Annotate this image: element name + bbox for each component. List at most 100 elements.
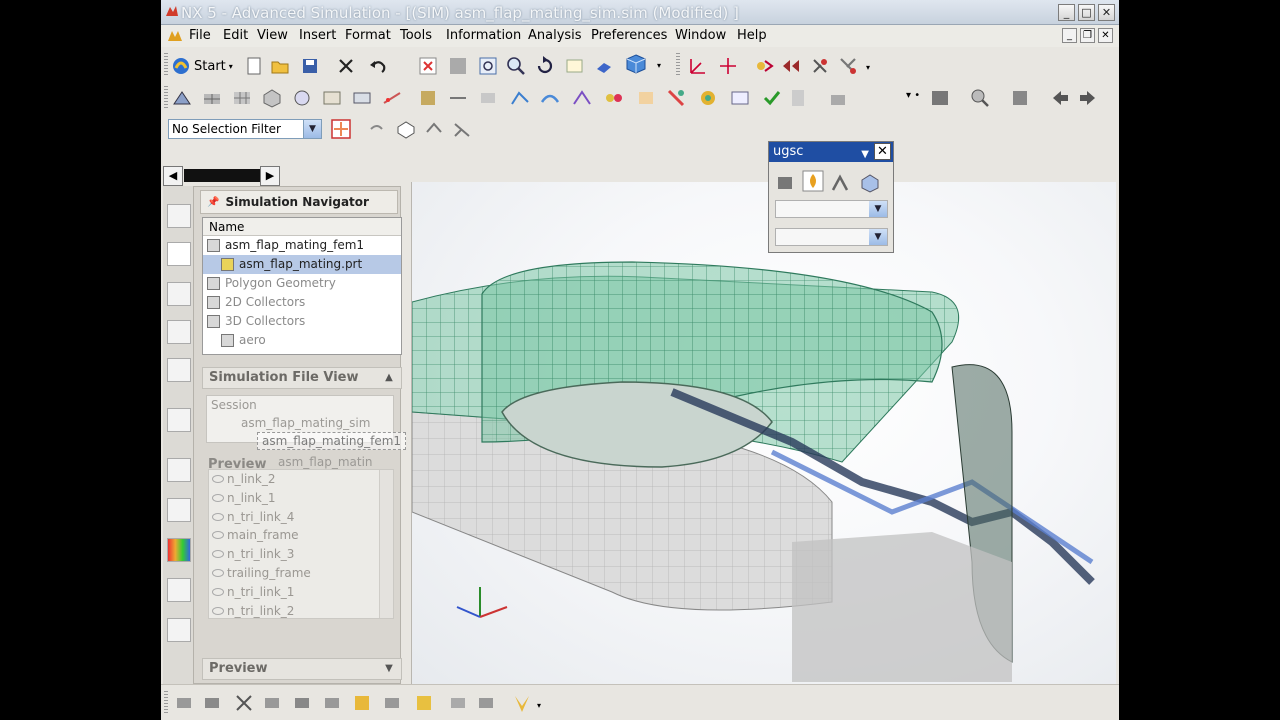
- back-arrow-icon[interactable]: [1049, 87, 1071, 109]
- menu-analysis[interactable]: Analysis: [528, 28, 582, 43]
- part-list-scrollbar[interactable]: [379, 470, 393, 618]
- tree-row[interactable]: aero: [203, 331, 401, 350]
- menu-format[interactable]: Format: [345, 28, 391, 43]
- part-list-item[interactable]: trailing_frame: [209, 564, 393, 583]
- toolbar-grip[interactable]: [164, 691, 168, 715]
- part-list-item[interactable]: n_tri_link_3: [209, 545, 393, 564]
- magnify-icon[interactable]: [969, 87, 991, 109]
- menu-insert[interactable]: Insert: [299, 28, 336, 43]
- tree-row[interactable]: Polygon Geometry: [203, 274, 401, 293]
- tree-row[interactable]: 3D Collectors: [203, 312, 401, 331]
- toolbar-grip[interactable]: [676, 53, 680, 77]
- web-browser-tab-icon[interactable]: [167, 408, 191, 432]
- surface-coat-icon[interactable]: [539, 87, 561, 109]
- forward-arrow-icon[interactable]: [1077, 87, 1099, 109]
- part-list-item[interactable]: n_tri_link_1: [209, 583, 393, 602]
- collector-icon[interactable]: [351, 87, 373, 109]
- assembly-navigator-tab-icon[interactable]: [167, 282, 191, 306]
- menu-edit[interactable]: Edit: [223, 28, 248, 43]
- name-column-header[interactable]: Name: [203, 218, 401, 236]
- weld-icon[interactable]: [635, 87, 657, 109]
- component-icon[interactable]: [447, 692, 469, 714]
- point-icon[interactable]: [780, 55, 802, 77]
- part-list-item[interactable]: n_link_1: [209, 489, 393, 508]
- perspective-icon[interactable]: [593, 55, 615, 77]
- menu-view[interactable]: View: [257, 28, 288, 43]
- ugsc-combo-1[interactable]: ▼: [775, 200, 888, 218]
- navigator-header[interactable]: 📌 Simulation Navigator: [200, 190, 398, 214]
- part-list-item[interactable]: n_link_2: [209, 470, 393, 489]
- wcs-icon[interactable]: [687, 55, 709, 77]
- graphics-window[interactable]: [411, 182, 1116, 684]
- roles-tab-icon[interactable]: [167, 578, 191, 602]
- edge-seed-icon[interactable]: [381, 87, 403, 109]
- menu-file[interactable]: File: [189, 28, 211, 43]
- open-folder-icon[interactable]: [269, 55, 291, 77]
- beam-icon[interactable]: [571, 87, 593, 109]
- pan-icon[interactable]: [564, 55, 586, 77]
- simulation-file-view-tab-icon[interactable]: [167, 242, 191, 266]
- zoom-icon[interactable]: [505, 55, 527, 77]
- load-icon[interactable]: [665, 87, 687, 109]
- explode-icon[interactable]: [351, 692, 373, 714]
- part-list-item[interactable]: main_frame: [209, 526, 393, 545]
- chevron-down-icon[interactable]: ▼: [381, 661, 397, 677]
- check-icon[interactable]: [761, 87, 783, 109]
- pin-icon[interactable]: 📌: [207, 197, 219, 208]
- navigator-tab-track[interactable]: [184, 169, 260, 182]
- mirror-icon[interactable]: [321, 692, 343, 714]
- rotate-icon[interactable]: [534, 55, 556, 77]
- fit-icon[interactable]: [477, 55, 499, 77]
- assembly-new-icon[interactable]: [201, 692, 223, 714]
- material-icon[interactable]: [291, 87, 313, 109]
- constraint-icon[interactable]: [697, 87, 719, 109]
- minimize-button[interactable]: _: [1058, 4, 1075, 21]
- menu-window[interactable]: Window: [675, 28, 726, 43]
- flame-icon[interactable]: [802, 170, 824, 192]
- fit-view-icon[interactable]: [417, 55, 439, 77]
- cut-icon[interactable]: [335, 55, 357, 77]
- mdi-minimize-button[interactable]: _: [1062, 28, 1077, 43]
- ugsc-combo-2[interactable]: ▼: [775, 228, 888, 246]
- tree-row[interactable]: 2D Collectors: [203, 293, 401, 312]
- undo-icon[interactable]: [367, 55, 389, 77]
- post-processing-tab-icon[interactable]: [167, 538, 191, 562]
- file-item[interactable]: asm_flap_mating_sim: [207, 414, 393, 432]
- wave-link-icon[interactable]: [413, 692, 435, 714]
- deformable-icon[interactable]: [511, 692, 533, 714]
- tree-row[interactable]: asm_flap_mating_fem1: [203, 236, 401, 255]
- reposition-icon[interactable]: [261, 692, 283, 714]
- maximize-button[interactable]: □: [1078, 4, 1095, 21]
- snap-cursor-icon[interactable]: [330, 118, 352, 140]
- menu-information[interactable]: Information: [446, 28, 521, 43]
- mesh-mating-icon[interactable]: [509, 87, 531, 109]
- zoom-window-icon[interactable]: [447, 55, 469, 77]
- snap-point-icon[interactable]: [753, 55, 775, 77]
- toolbar-grip[interactable]: [164, 86, 168, 110]
- selection-filter-select[interactable]: No Selection Filter ▼: [168, 119, 322, 139]
- clone-icon[interactable]: [475, 692, 497, 714]
- physical-property-icon[interactable]: [321, 87, 343, 109]
- menu-tools[interactable]: Tools: [400, 28, 432, 43]
- sequence-icon[interactable]: [381, 692, 403, 714]
- new-file-icon[interactable]: [243, 55, 265, 77]
- solve-icon[interactable]: [787, 87, 809, 109]
- array-icon[interactable]: [291, 692, 313, 714]
- scroll-left-button[interactable]: ◀: [163, 166, 183, 186]
- close-icon[interactable]: ✕: [874, 143, 891, 160]
- table-icon[interactable]: [729, 87, 751, 109]
- chevron-down-icon[interactable]: ▼: [861, 145, 869, 165]
- start-button[interactable]: Start ▾: [171, 54, 233, 78]
- measure-icon[interactable]: [809, 55, 831, 77]
- mesh-icon[interactable]: [201, 87, 223, 109]
- 3d-mesh-icon[interactable]: [261, 87, 283, 109]
- results-icon[interactable]: [827, 87, 849, 109]
- model-check-icon[interactable]: [774, 172, 796, 194]
- menu-help[interactable]: Help: [737, 28, 767, 43]
- mdi-close-button[interactable]: ✕: [1098, 28, 1113, 43]
- ugsc-title-bar[interactable]: ugsc ▼ ✕: [769, 142, 893, 162]
- mdi-restore-button[interactable]: ❐: [1080, 28, 1095, 43]
- simulation-file-view-header[interactable]: Simulation File View ▲: [202, 367, 402, 389]
- fem-icon[interactable]: [171, 87, 193, 109]
- part-list-item[interactable]: n_tri_link_2: [209, 602, 393, 618]
